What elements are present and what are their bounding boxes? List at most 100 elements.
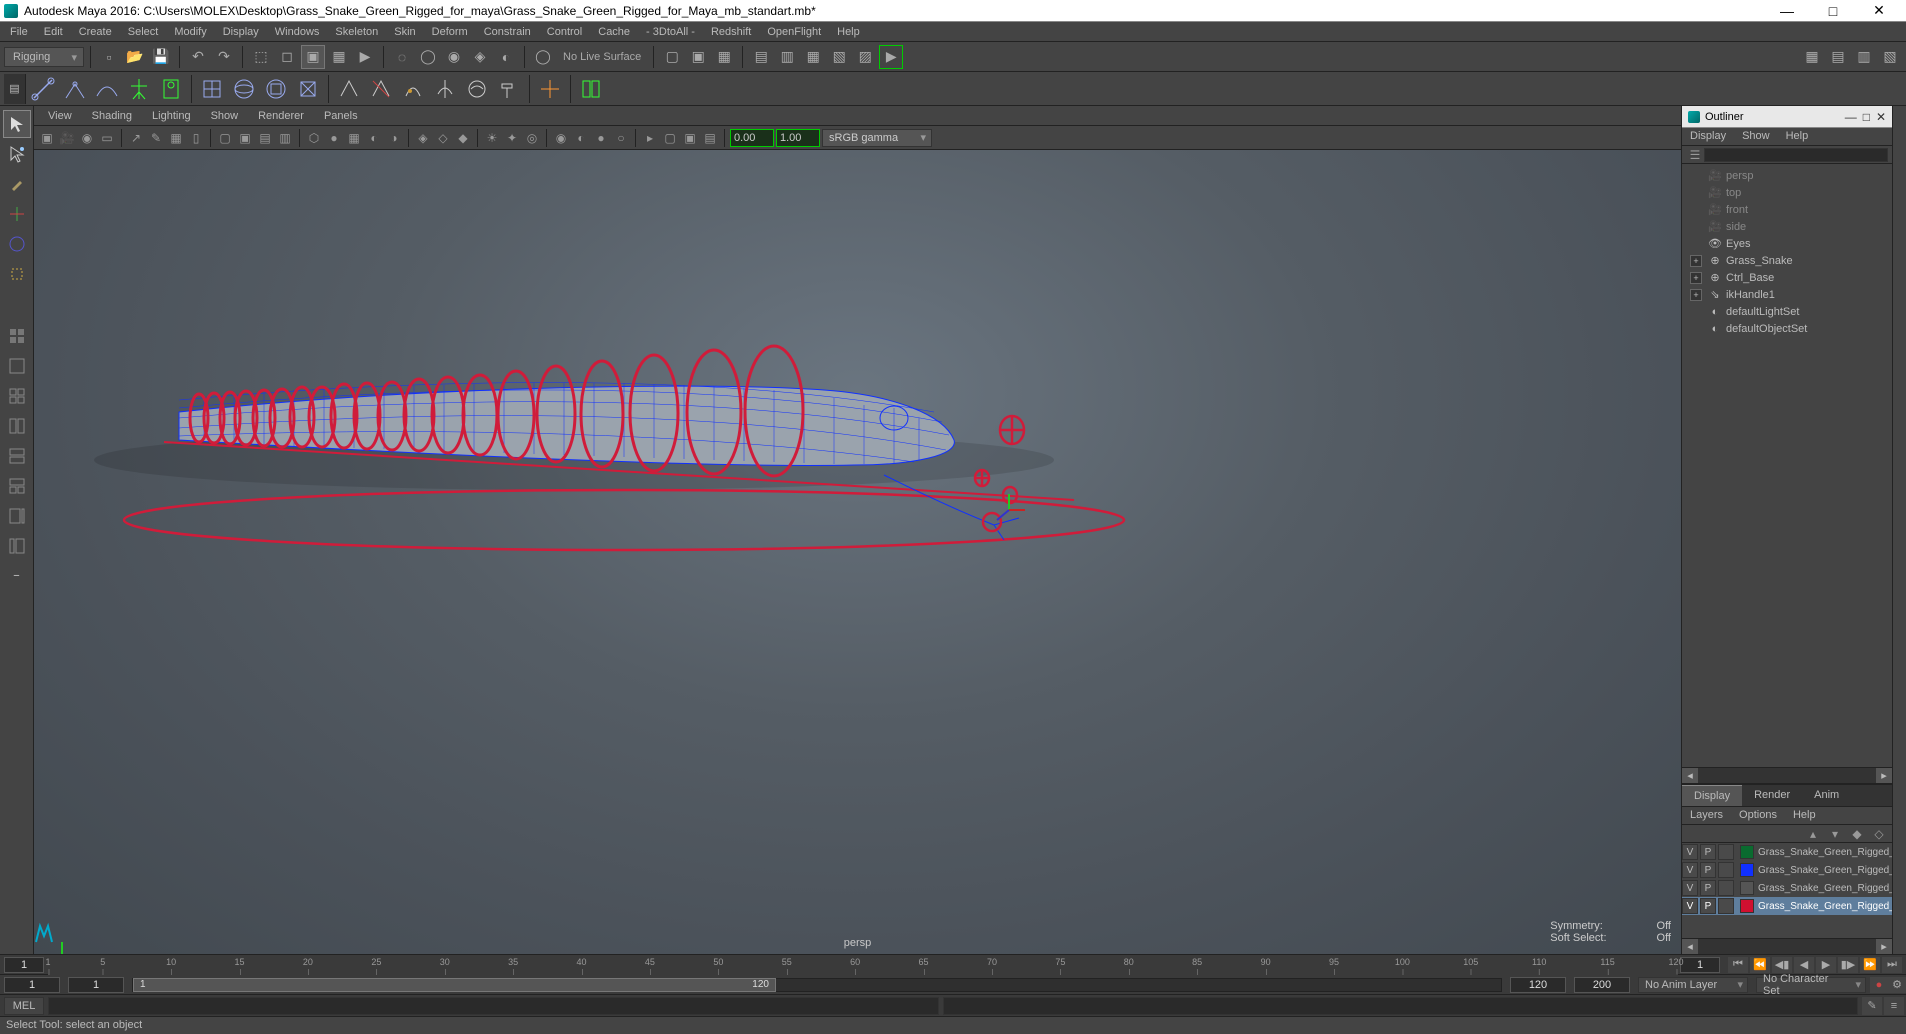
layer-display-type[interactable]: [1718, 844, 1734, 860]
shelf-tab[interactable]: ▤: [4, 74, 26, 104]
scroll-left-icon[interactable]: ◂: [1682, 768, 1698, 783]
layer-display-type[interactable]: [1718, 862, 1734, 878]
playback-start-input[interactable]: [4, 957, 44, 973]
save-scene-icon[interactable]: 💾: [149, 45, 173, 69]
layers-menu-layers[interactable]: Layers: [1682, 807, 1731, 824]
panel-menu-lighting[interactable]: Lighting: [142, 108, 201, 124]
panel-menu-panels[interactable]: Panels: [314, 108, 368, 124]
menu-constrain[interactable]: Constrain: [476, 24, 539, 40]
tab-render[interactable]: Render: [1742, 785, 1802, 806]
outliner-item[interactable]: 👁Eyes: [1682, 235, 1892, 252]
scroll-left-icon[interactable]: ◂: [1682, 939, 1698, 954]
open-scene-icon[interactable]: 📂: [123, 45, 147, 69]
shelf-wrap-icon[interactable]: [261, 74, 291, 104]
layer-visibility-toggle[interactable]: V: [1682, 898, 1698, 914]
range-thumb[interactable]: 1120: [133, 978, 776, 992]
layer-playback-toggle[interactable]: P: [1700, 898, 1716, 914]
view-transform-icon[interactable]: ▤: [701, 129, 719, 147]
layer-row[interactable]: VPGrass_Snake_Green_Rigged_con: [1682, 897, 1892, 915]
script-lang-toggle[interactable]: MEL: [4, 997, 44, 1015]
select-mask-icon[interactable]: ▦: [327, 45, 351, 69]
expand-icon[interactable]: +: [1690, 272, 1702, 284]
layout-minus-icon[interactable]: −: [3, 562, 31, 590]
film-gate-icon[interactable]: ▯: [187, 129, 205, 147]
select-all-icon[interactable]: ▶: [353, 45, 377, 69]
layer-row[interactable]: VPGrass_Snake_Green_Rigged_bor: [1682, 861, 1892, 879]
shelf-lattice-icon[interactable]: [197, 74, 227, 104]
outliner-menu-show[interactable]: Show: [1734, 128, 1778, 145]
shelf-spline-icon[interactable]: [92, 74, 122, 104]
undo-icon[interactable]: ↶: [186, 45, 210, 69]
layer-row[interactable]: VPGrass_Snake_Green_Rigged_Rig: [1682, 879, 1892, 897]
render-settings-icon[interactable]: ▦: [801, 45, 825, 69]
shelf-cluster-icon[interactable]: [293, 74, 323, 104]
layer-playback-toggle[interactable]: P: [1700, 844, 1716, 860]
last-tool[interactable]: [3, 322, 31, 350]
live-surface-icon[interactable]: ◯: [531, 45, 555, 69]
step-back-key-icon[interactable]: ⏪: [1750, 957, 1770, 973]
rotate-tool[interactable]: [3, 230, 31, 258]
layer-visibility-toggle[interactable]: V: [1682, 862, 1698, 878]
time-ruler[interactable]: 1510152025303540455055606570758085909510…: [48, 955, 1676, 975]
layout-single-icon[interactable]: [3, 352, 31, 380]
outliner-item[interactable]: +⊕Ctrl_Base: [1682, 269, 1892, 286]
outliner-maximize-icon[interactable]: □: [1863, 110, 1870, 124]
step-forward-icon[interactable]: ▮▶: [1838, 957, 1858, 973]
gate-mask-icon[interactable]: ▣: [236, 129, 254, 147]
anim-layer-dropdown[interactable]: No Anim Layer: [1638, 977, 1748, 993]
shelf-bind-skin-icon[interactable]: [334, 74, 364, 104]
select-mode-object-icon[interactable]: ◻: [275, 45, 299, 69]
shelf-joint-icon[interactable]: [28, 74, 58, 104]
render-icon[interactable]: ▦: [712, 45, 736, 69]
panel-menu-renderer[interactable]: Renderer: [248, 108, 314, 124]
outliner-minimize-icon[interactable]: —: [1845, 110, 1857, 124]
shelf-hammer-weights-icon[interactable]: [494, 74, 524, 104]
construction-history-icon[interactable]: ▢: [660, 45, 684, 69]
tab-anim[interactable]: Anim: [1802, 785, 1851, 806]
exposure-toggle-icon[interactable]: ▢: [661, 129, 679, 147]
hypershade-icon[interactable]: ▧: [827, 45, 851, 69]
shelf-skeleton-icon[interactable]: [124, 74, 154, 104]
toggle-grid-icon[interactable]: ▦: [167, 129, 185, 147]
toggle-tool-settings-icon[interactable]: ▤: [1826, 45, 1850, 69]
window-close-button[interactable]: ✕: [1856, 0, 1902, 22]
isolate-select-icon[interactable]: ◈: [414, 129, 432, 147]
range-slider[interactable]: 1120 No Anim Layer No Character Set ● ⚙: [0, 974, 1906, 994]
all-lights-icon[interactable]: ✦: [503, 129, 521, 147]
image-plane-icon[interactable]: ▭: [98, 129, 116, 147]
panel-menu-view[interactable]: View: [38, 108, 82, 124]
lasso-tool[interactable]: [3, 140, 31, 168]
layer-playback-toggle[interactable]: P: [1700, 862, 1716, 878]
range-outer-start[interactable]: [4, 977, 60, 993]
outliner-search-input[interactable]: [1704, 148, 1888, 162]
layer-row[interactable]: VPGrass_Snake_Green_Rigged_hel: [1682, 843, 1892, 861]
shelf-pose-icon[interactable]: [576, 74, 606, 104]
motion-blur-icon[interactable]: ◉: [552, 129, 570, 147]
auto-key-icon[interactable]: ●: [1870, 977, 1888, 993]
layer-color-swatch[interactable]: [1740, 863, 1754, 877]
menu-modify[interactable]: Modify: [166, 24, 214, 40]
shelf-paint-weights-icon[interactable]: [398, 74, 428, 104]
toggle-channel-icon[interactable]: ▥: [1852, 45, 1876, 69]
toggle-history-icon[interactable]: ▣: [686, 45, 710, 69]
command-input[interactable]: [48, 997, 939, 1015]
flat-light-icon[interactable]: ◎: [523, 129, 541, 147]
character-set-dropdown[interactable]: No Character Set: [1756, 977, 1866, 993]
menu-help[interactable]: Help: [829, 24, 868, 40]
workspace-dropdown[interactable]: Rigging: [4, 47, 84, 67]
layer-moveup-icon[interactable]: ▴: [1804, 825, 1822, 843]
select-camera-icon[interactable]: ▣: [38, 129, 56, 147]
outliner-item[interactable]: 🎥top: [1682, 184, 1892, 201]
menu-create[interactable]: Create: [71, 24, 120, 40]
grease-pencil-icon[interactable]: ✎: [147, 129, 165, 147]
layer-playback-toggle[interactable]: P: [1700, 880, 1716, 896]
layers-list[interactable]: VPGrass_Snake_Green_Rigged_helVPGrass_Sn…: [1682, 843, 1892, 938]
command-history-icon[interactable]: ≡: [1884, 997, 1904, 1015]
play-forward-icon[interactable]: ▶: [1816, 957, 1836, 973]
dof-icon[interactable]: ○: [612, 129, 630, 147]
paint-select-tool[interactable]: [3, 170, 31, 198]
snap-plane-icon[interactable]: ◈: [468, 45, 492, 69]
gamma-toggle-icon[interactable]: ▣: [681, 129, 699, 147]
colorspace-dropdown[interactable]: sRGB gamma: [822, 129, 932, 147]
menu-deform[interactable]: Deform: [424, 24, 476, 40]
